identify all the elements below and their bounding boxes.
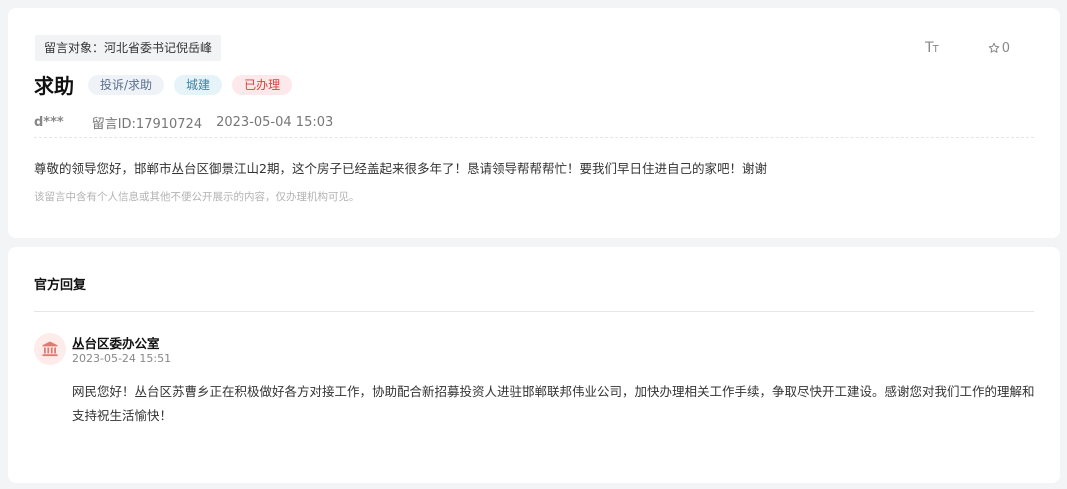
star-icon	[988, 42, 999, 53]
message-time: 2023-05-04 15:03	[216, 115, 334, 130]
author-name: d***	[34, 115, 64, 130]
domain-tag: 城建	[174, 74, 223, 95]
reply-heading: 官方回复	[34, 278, 87, 293]
message-card: 留言对象：河北省委书记倪岳峰 TT 0 求助 投诉/求助 城建 已办理 d***…	[8, 8, 1060, 238]
font-size-button[interactable]: TT	[925, 40, 939, 56]
department-name: 丛台区委办公室	[72, 336, 160, 351]
font-size-big-label: T	[925, 40, 934, 56]
message-id: 留言ID:17910724	[91, 117, 203, 132]
status-badge: 已办理	[232, 74, 293, 95]
recipient-tag: 留言对象：河北省委书记倪岳峰	[35, 35, 222, 61]
message-meta: d*** 留言ID:17910724 2023-05-04 15:03	[34, 113, 333, 132]
message-content: 尊敬的领导您好，邯郸市丛台区御景江山2期，这个房子已经盖起来很多年了！恳请领导帮…	[34, 161, 767, 176]
title-row: 求助 投诉/求助 城建 已办理	[34, 70, 302, 99]
department-avatar	[34, 333, 66, 365]
privacy-note: 该留言中含有个人信息或其他不便公开展示的内容，仅办理机构可见。	[34, 191, 360, 203]
message-toolbar: TT 0	[925, 40, 1010, 56]
font-size-small-label: T	[932, 44, 939, 55]
meta-divider	[34, 137, 1034, 138]
favorite-count: 0	[1001, 40, 1010, 56]
reply-time: 2023-05-24 15:51	[72, 352, 172, 365]
message-title: 求助	[34, 74, 74, 98]
reply-card: 官方回复 丛台区委办公室 2023-05-24 15:51 网民您好！丛台区苏曹…	[8, 247, 1060, 483]
favorite-button[interactable]: 0	[988, 41, 1010, 56]
reply-content: 网民您好！丛台区苏曹乡正在积极做好各方对接工作，协助配合新招募投资人进驻邯郸联邦…	[72, 384, 1035, 423]
type-tag: 投诉/求助	[88, 74, 165, 95]
reply-divider	[34, 311, 1034, 312]
government-building-icon	[42, 341, 58, 357]
